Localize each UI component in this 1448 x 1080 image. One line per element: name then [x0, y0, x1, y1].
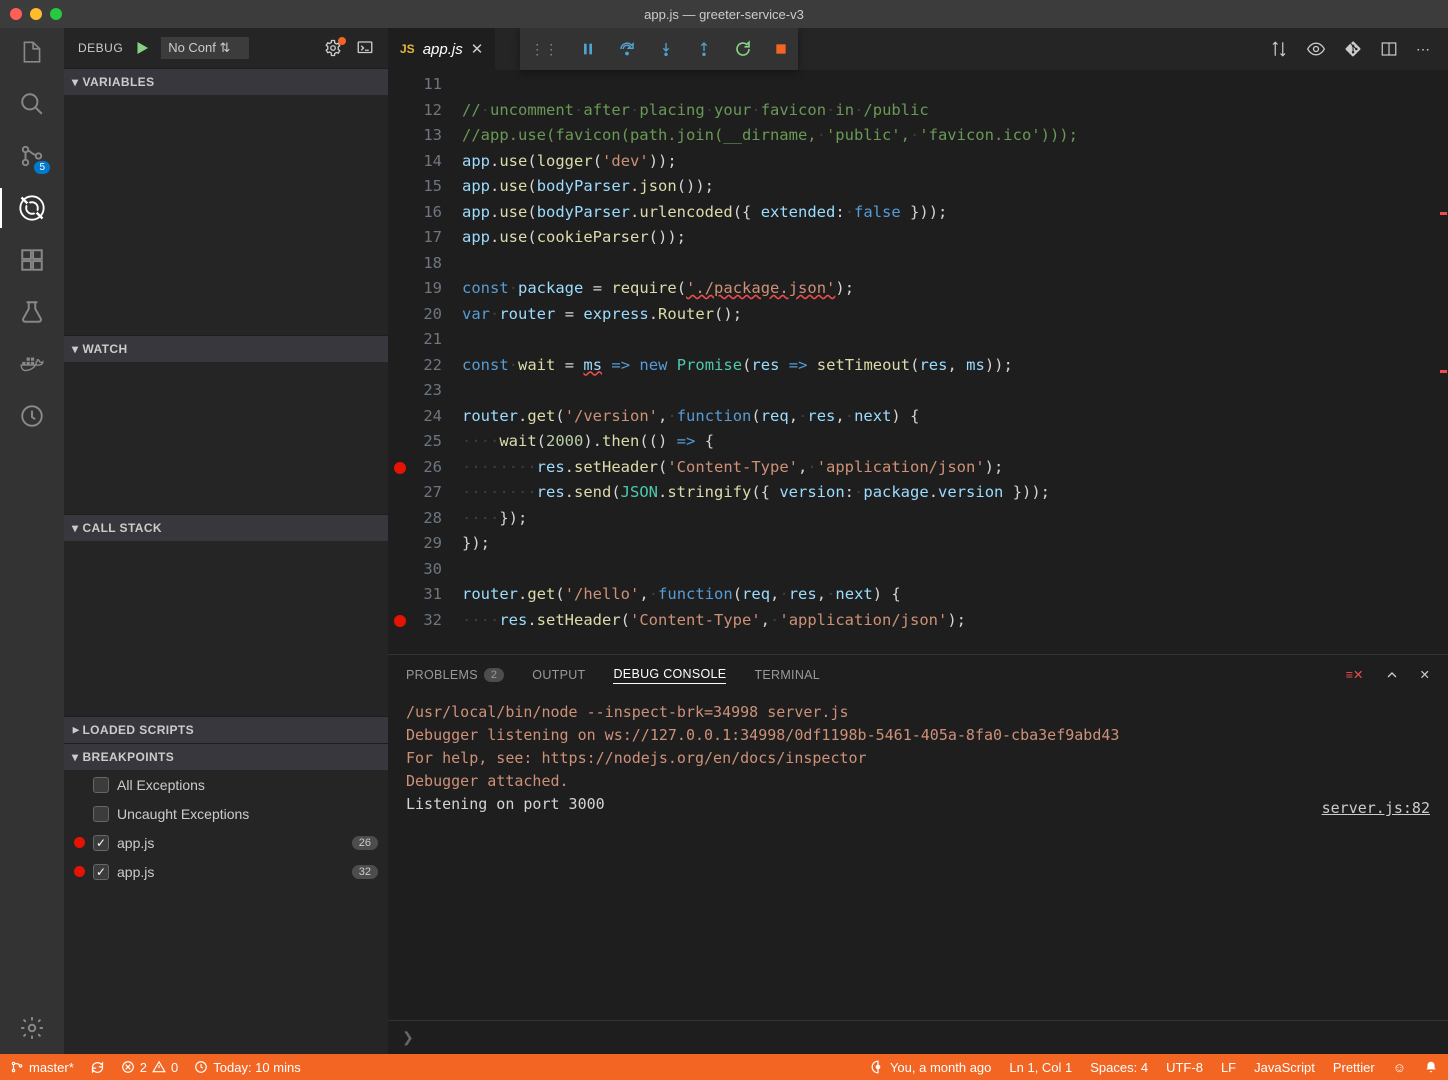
- minimap-error-marker[interactable]: [1440, 370, 1447, 373]
- breakpoint-item[interactable]: All Exceptions: [64, 770, 388, 799]
- feedback-icon[interactable]: ☺: [1393, 1060, 1406, 1075]
- statusbar: master* 2 0 Today: 10 mins You, a month …: [0, 1054, 1448, 1080]
- more-icon[interactable]: ⋯: [1416, 41, 1430, 58]
- eol-status[interactable]: LF: [1221, 1060, 1236, 1075]
- breakpoint-item[interactable]: app.js32: [64, 857, 388, 886]
- docker-icon[interactable]: [18, 350, 46, 378]
- pause-icon[interactable]: [580, 41, 596, 57]
- errors-status[interactable]: 2 0: [121, 1060, 178, 1075]
- git-blame-status[interactable]: You, a month ago: [871, 1060, 991, 1075]
- window-title: app.js — greeter-service-v3: [644, 7, 804, 22]
- titlebar: app.js — greeter-service-v3: [0, 0, 1448, 28]
- debug-console-output[interactable]: server.js:82 /usr/local/bin/node --inspe…: [388, 695, 1448, 1020]
- branch-status[interactable]: master*: [10, 1060, 74, 1075]
- debug-console-toggle-icon[interactable]: [356, 39, 374, 57]
- clear-icon[interactable]: ≡✕: [1346, 667, 1364, 683]
- close-icon[interactable]: ✕: [471, 40, 484, 58]
- explorer-icon[interactable]: [18, 38, 46, 66]
- watch-section-header[interactable]: ▾WATCH: [64, 336, 388, 362]
- stop-icon[interactable]: [774, 42, 788, 56]
- search-icon[interactable]: [18, 90, 46, 118]
- tab-output[interactable]: OUTPUT: [532, 668, 585, 682]
- debug-icon[interactable]: [18, 194, 46, 222]
- eye-icon[interactable]: [1306, 39, 1326, 59]
- js-file-icon: JS: [400, 42, 415, 56]
- line-gutter[interactable]: 1112131415161718192021222324252627282930…: [388, 70, 462, 654]
- drag-handle-icon[interactable]: ⋮⋮: [530, 41, 558, 58]
- scm-badge: 5: [34, 161, 50, 174]
- step-into-icon[interactable]: [658, 41, 674, 57]
- settings-icon[interactable]: [18, 1014, 46, 1042]
- debug-console-input[interactable]: ❯: [388, 1020, 1448, 1054]
- window-minimize-icon[interactable]: [30, 8, 42, 20]
- minimap-error-marker[interactable]: [1440, 212, 1447, 215]
- gitlens-icon[interactable]: [18, 402, 46, 430]
- debug-toolbar: ⋮⋮: [520, 28, 798, 70]
- scm-icon[interactable]: 5: [18, 142, 46, 170]
- source-link[interactable]: server.js:82: [1322, 797, 1430, 820]
- breakpoint-item[interactable]: Uncaught Exceptions: [64, 799, 388, 828]
- tab-debug-console[interactable]: DEBUG CONSOLE: [613, 667, 726, 684]
- callstack-section-header[interactable]: ▾CALL STACK: [64, 515, 388, 541]
- prettier-status[interactable]: Prettier: [1333, 1060, 1375, 1075]
- editor-tabs: JS app.js ✕ ⋮⋮: [388, 28, 1448, 70]
- gear-icon[interactable]: [324, 39, 342, 57]
- collapse-icon[interactable]: [1384, 667, 1400, 683]
- sidebar-title: DEBUG: [78, 41, 123, 55]
- bell-icon[interactable]: [1424, 1060, 1438, 1074]
- close-panel-icon[interactable]: ✕: [1420, 667, 1430, 683]
- tab-terminal[interactable]: TERMINAL: [754, 668, 820, 682]
- language-status[interactable]: JavaScript: [1254, 1060, 1315, 1075]
- step-out-icon[interactable]: [696, 41, 712, 57]
- compare-icon[interactable]: [1270, 40, 1288, 58]
- cursor-position[interactable]: Ln 1, Col 1: [1009, 1060, 1072, 1075]
- code-editor[interactable]: //·uncomment·after·placing·your·favicon·…: [462, 70, 1448, 654]
- tab-problems[interactable]: PROBLEMS2: [406, 668, 504, 682]
- spaces-status[interactable]: Spaces: 4: [1090, 1060, 1148, 1075]
- debug-config-dropdown[interactable]: No Conf ⇅: [161, 37, 249, 59]
- beaker-icon[interactable]: [18, 298, 46, 326]
- loaded-scripts-section-header[interactable]: ▾LOADED SCRIPTS: [64, 717, 388, 743]
- git-icon[interactable]: [1344, 40, 1362, 58]
- split-icon[interactable]: [1380, 40, 1398, 58]
- encoding-status[interactable]: UTF-8: [1166, 1060, 1203, 1075]
- extensions-icon[interactable]: [18, 246, 46, 274]
- clock-status[interactable]: Today: 10 mins: [194, 1060, 300, 1075]
- tab-label: app.js: [423, 41, 463, 58]
- tab-app-js[interactable]: JS app.js ✕: [388, 28, 496, 70]
- activity-bar: 5: [0, 28, 64, 1054]
- breakpoint-item[interactable]: app.js26: [64, 828, 388, 857]
- step-over-icon[interactable]: [618, 40, 636, 58]
- restart-icon[interactable]: [734, 40, 752, 58]
- bottom-panel: PROBLEMS2 OUTPUT DEBUG CONSOLE TERMINAL …: [388, 654, 1448, 1054]
- variables-section-header[interactable]: ▾VARIABLES: [64, 69, 388, 95]
- breakpoints-section-header[interactable]: ▾BREAKPOINTS: [64, 744, 388, 770]
- start-debug-icon[interactable]: [133, 39, 151, 57]
- window-close-icon[interactable]: [10, 8, 22, 20]
- sync-icon[interactable]: [90, 1060, 105, 1075]
- debug-sidebar: DEBUG No Conf ⇅ ▾VARIABLES ▾WATCH ▾CALL …: [64, 28, 388, 1054]
- window-maximize-icon[interactable]: [50, 8, 62, 20]
